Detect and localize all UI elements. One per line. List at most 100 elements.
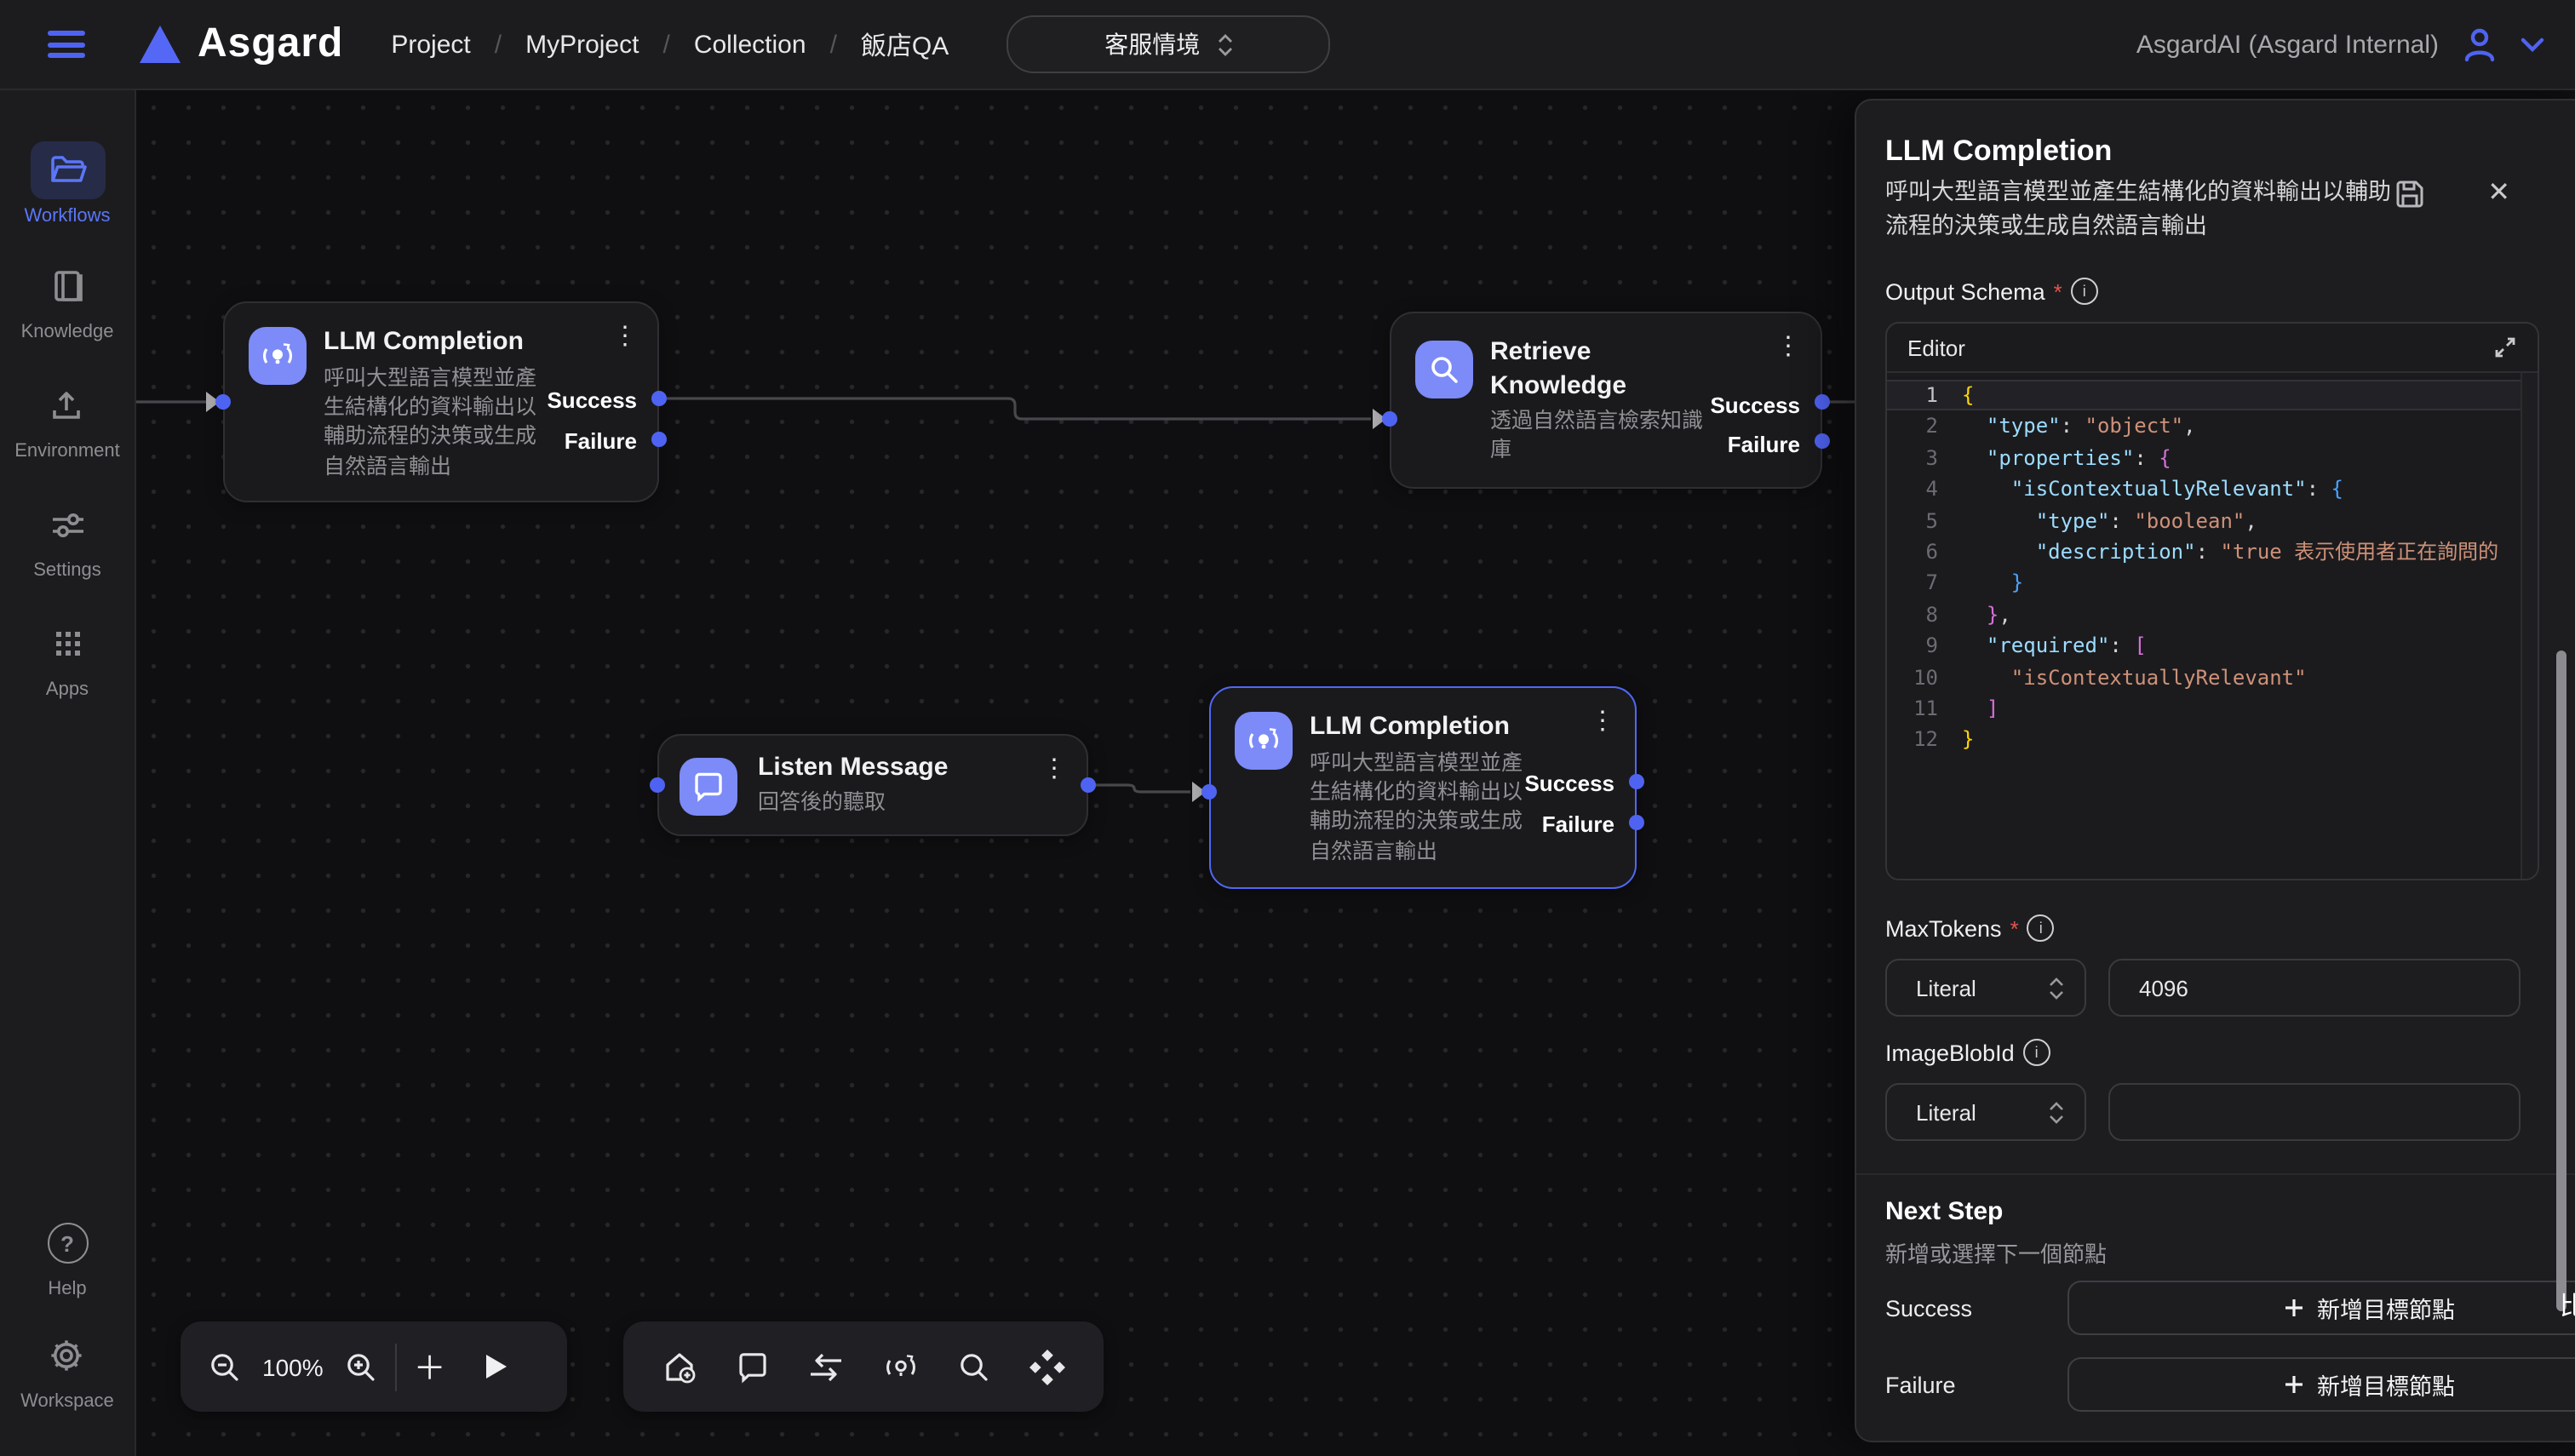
node2-input-port[interactable] xyxy=(1382,411,1397,427)
node-palette-toolbar xyxy=(623,1321,1104,1412)
save-icon[interactable] xyxy=(2394,179,2425,209)
apps-grid-icon xyxy=(50,627,84,661)
failure-port-label: Failure xyxy=(1542,811,1614,837)
node1-input-port[interactable] xyxy=(215,394,231,410)
sidebar-item-environment[interactable]: Environment xyxy=(14,376,120,461)
node-menu-icon[interactable]: ⋮ xyxy=(1591,708,1614,734)
sidebar-item-label: Workspace xyxy=(20,1391,114,1412)
environment-upload-icon xyxy=(50,388,84,422)
node-title: LLM Completion xyxy=(1310,710,1510,744)
node-description: 回答後的聽取 xyxy=(758,788,1030,817)
editor-code[interactable]: 1{ 2 "type": "object", 3 "properties": {… xyxy=(1887,373,2538,860)
node-menu-icon[interactable]: ⋮ xyxy=(613,324,637,349)
output-schema-label: Output Schema * i xyxy=(1885,278,2098,305)
search-icon[interactable] xyxy=(957,1350,991,1384)
node1-success-port[interactable] xyxy=(651,391,667,406)
help-icon: ? xyxy=(47,1223,88,1264)
edge-llm1-success-to-retrieve xyxy=(659,398,1371,419)
sidebar-item-knowledge[interactable]: Knowledge xyxy=(21,257,114,342)
plus-icon xyxy=(2283,1374,2303,1395)
account-name: AsgardAI (Asgard Internal) xyxy=(2136,30,2439,59)
llm-completion-icon xyxy=(249,327,307,385)
node4-failure-port[interactable] xyxy=(1629,815,1644,830)
user-icon[interactable] xyxy=(2459,24,2500,65)
chevron-up-down-icon xyxy=(2049,1101,2064,1123)
workflows-folder-icon xyxy=(49,155,86,186)
menu-icon[interactable] xyxy=(48,31,85,58)
sidebar-item-label: Workflows xyxy=(24,206,110,226)
add-node-button[interactable]: ＋ xyxy=(414,1344,446,1390)
sidebar-item-workspace[interactable]: Workspace xyxy=(20,1327,114,1412)
info-icon[interactable]: i xyxy=(2027,914,2055,942)
maxtokens-label: MaxTokens * i xyxy=(1885,914,2055,942)
node-retrieve-knowledge[interactable]: Retrieve Knowledge 透過自然語言檢索知識庫 ⋮ Success… xyxy=(1390,312,1822,489)
node3-output-port[interactable] xyxy=(1081,777,1096,793)
sidebar-item-settings[interactable]: Settings xyxy=(30,496,105,581)
panel-divider xyxy=(1856,1173,2575,1175)
expand-icon[interactable] xyxy=(2493,335,2517,359)
account-chevron-down-icon[interactable] xyxy=(2521,37,2544,52)
auto-layout-icon[interactable] xyxy=(1029,1348,1066,1385)
node-listen-message[interactable]: Listen Message 回答後的聽取 ⋮ xyxy=(657,734,1088,836)
node2-failure-port[interactable] xyxy=(1815,433,1830,449)
swap-arrows-icon[interactable] xyxy=(807,1350,845,1384)
node1-failure-port[interactable] xyxy=(651,432,667,447)
add-target-node-failure-button[interactable]: 新增目標節點 xyxy=(2067,1357,2575,1412)
imageblobid-mode-select[interactable]: Literal xyxy=(1885,1083,2086,1141)
node-llm-completion-1[interactable]: LLM Completion 呼叫大型語言模型並產生結構化的資料輸出以輔助流程的… xyxy=(223,301,659,502)
breadcrumb-collection[interactable]: Collection xyxy=(694,30,806,59)
zoom-toolbar: 100% ＋ xyxy=(181,1321,567,1412)
success-port-label: Success xyxy=(1524,771,1614,796)
schema-editor[interactable]: Editor 1{ 2 "type": "object", 3 "propert… xyxy=(1885,322,2539,880)
breadcrumb-separator: / xyxy=(495,30,502,59)
node4-success-port[interactable] xyxy=(1629,774,1644,789)
add-target-node-success-button[interactable]: 新增目標節點 xyxy=(2067,1281,2575,1335)
node-menu-icon[interactable]: ⋮ xyxy=(1042,756,1066,782)
breadcrumb-myproject[interactable]: MyProject xyxy=(525,30,639,59)
app-root: Asgard Project / MyProject / Collection … xyxy=(0,0,2575,1456)
failure-port-label: Failure xyxy=(1728,432,1800,457)
close-icon[interactable]: ✕ xyxy=(2487,175,2510,209)
node2-success-port[interactable] xyxy=(1815,394,1830,410)
node-llm-completion-2-selected[interactable]: LLM Completion 呼叫大型語言模型並產生結構化的資料輸出以輔助流程的… xyxy=(1209,686,1637,889)
node-menu-icon[interactable]: ⋮ xyxy=(1776,334,1800,359)
maxtokens-value-input[interactable]: 4096 xyxy=(2108,959,2521,1017)
run-workflow-icon[interactable] xyxy=(484,1352,509,1381)
llm-node-icon[interactable] xyxy=(882,1348,920,1385)
sidebar-item-workflows[interactable]: Workflows xyxy=(24,141,110,226)
node3-input-port[interactable] xyxy=(650,777,665,793)
info-icon[interactable]: i xyxy=(2023,1039,2050,1066)
node-inspector-panel: LLM Completion 呼叫大型語言模型並產生結構化的資料輸出以輔助流程的… xyxy=(1855,99,2575,1442)
sidebar-item-label: Environment xyxy=(14,441,120,461)
failure-port-label: Failure xyxy=(565,428,637,454)
panel-description: 呼叫大型語言模型並產生結構化的資料輸出以輔助流程的決策或生成自然語言輸出 xyxy=(1885,175,2396,244)
zoom-in-icon[interactable] xyxy=(344,1350,378,1384)
clipped-edge-glyph: 比 xyxy=(2560,1287,2575,1318)
breadcrumb-project[interactable]: Project xyxy=(391,30,470,59)
node-title: Retrieve Knowledge xyxy=(1490,335,1677,404)
panel-scrollbar[interactable] xyxy=(2556,651,2566,1311)
success-port-label: Success xyxy=(547,387,637,413)
sidebar-item-help[interactable]: ? Help xyxy=(30,1214,105,1299)
zoom-out-icon[interactable] xyxy=(208,1350,242,1384)
zoom-level: 100% xyxy=(262,1353,324,1380)
environment-selector[interactable]: 客服情境 xyxy=(1006,15,1330,73)
top-bar: Asgard Project / MyProject / Collection … xyxy=(0,0,2575,90)
breadcrumb-current[interactable]: 飯店QA xyxy=(861,26,949,62)
required-asterisk: * xyxy=(2010,915,2019,941)
editor-scrollbar[interactable] xyxy=(2521,373,2538,879)
add-trigger-home-icon[interactable] xyxy=(661,1348,698,1385)
node4-input-port[interactable] xyxy=(1201,784,1217,800)
imageblobid-value-input[interactable] xyxy=(2108,1083,2521,1141)
retrieve-knowledge-icon xyxy=(1415,341,1473,398)
asgard-logo-icon xyxy=(140,26,181,63)
sidebar-item-apps[interactable]: Apps xyxy=(30,615,105,700)
maxtokens-mode-select[interactable]: Literal xyxy=(1885,959,2086,1017)
brand-title: Asgard xyxy=(198,20,343,68)
knowledge-book-icon xyxy=(50,269,84,303)
sidebar-item-label: Help xyxy=(48,1279,86,1299)
sidebar-item-label: Apps xyxy=(46,679,89,700)
message-node-icon[interactable] xyxy=(736,1350,770,1384)
sidebar: Workflows Knowledge Environment Settings… xyxy=(0,90,136,1456)
info-icon[interactable]: i xyxy=(2071,278,2098,305)
